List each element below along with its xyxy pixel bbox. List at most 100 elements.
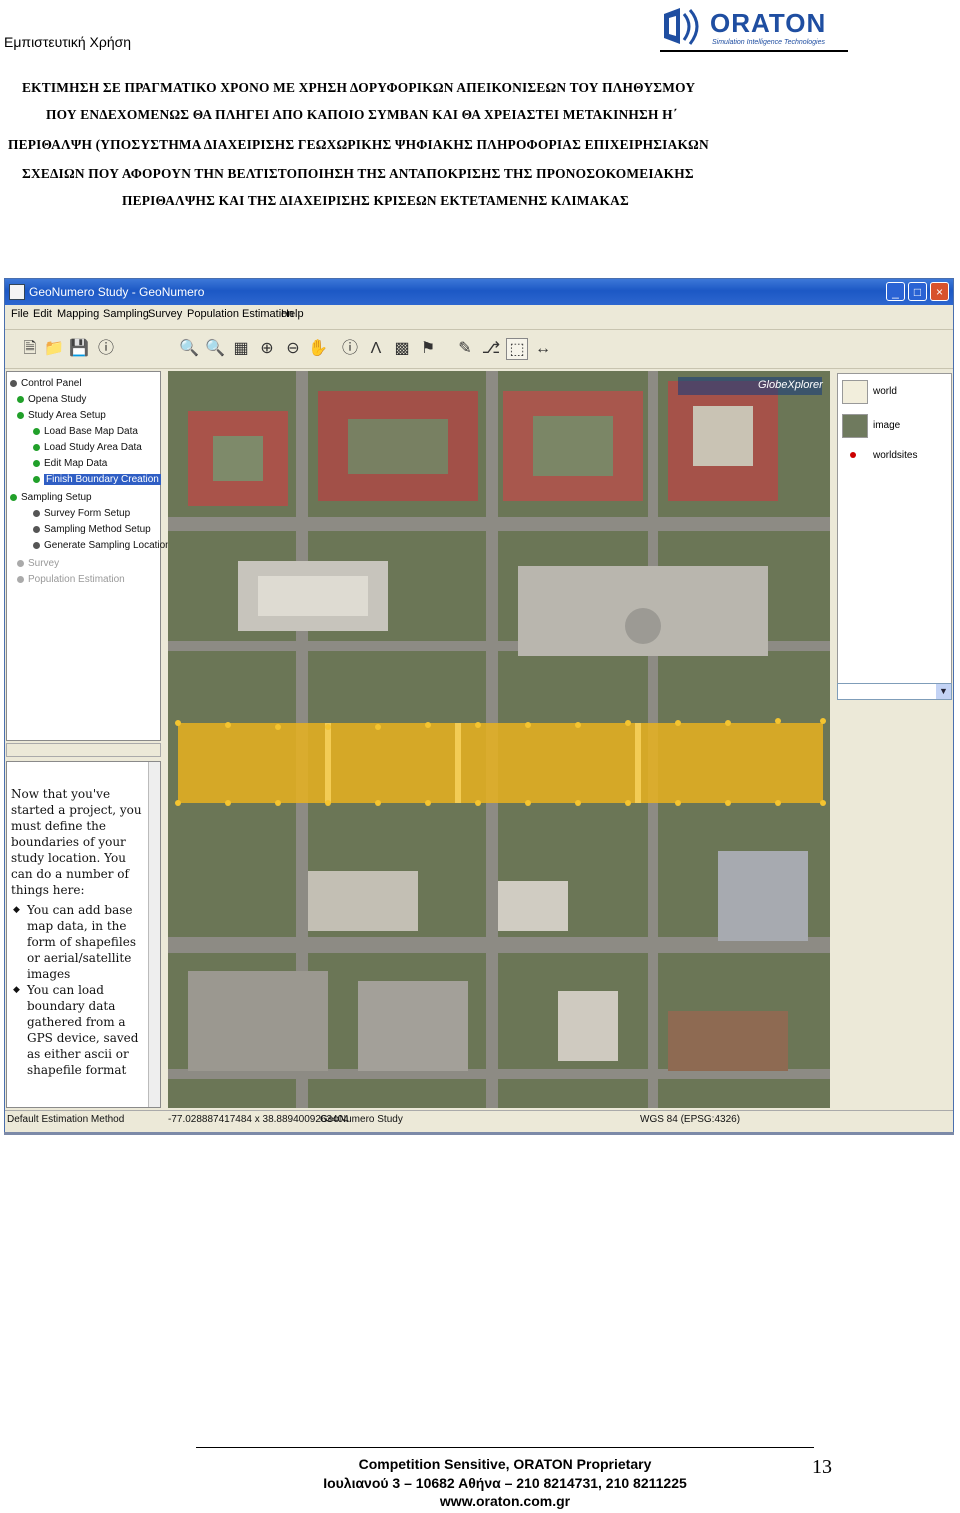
status-dot-icon [17,395,24,403]
tree-item[interactable]: Study Area Setup [17,410,106,421]
status-method: Default Estimation Method [7,1114,125,1125]
help-bullet: You can add base map data, in the form o… [13,902,147,982]
menu-file[interactable]: File [11,308,29,320]
title-line: ΣΧΕΔΙΩΝ ΠΟΥ ΑΦΟΡΟΥΝ ΤΗΝ ΒΕΛΤΙΣΤΟΠΟΙΗΣΗ Τ… [22,166,694,181]
satellite-map[interactable]: GlobeXplorer [168,371,830,1108]
control-panel-tree: Control Panel Opena Study Study Area Set… [6,371,176,741]
status-dot-icon [33,541,40,549]
tree-item[interactable]: Edit Map Data [33,458,107,469]
layer-world[interactable]: world [873,386,897,397]
menu-help[interactable]: Help [281,308,304,320]
status-projection: WGS 84 (EPSG:4326) [640,1114,741,1125]
status-dot-icon [33,509,40,517]
layer-swatch [842,380,868,404]
tree-node-icon [10,379,17,387]
tree-item-selected[interactable]: Finish Boundary Creation [33,474,161,485]
status-dot-icon [17,575,24,583]
zoom-selection-icon[interactable]: ▦ [230,338,252,360]
status-dot-icon [33,459,40,467]
help-intro: Now that you've started a project, you m… [11,787,142,897]
layer-list: world image worldsites [837,373,952,691]
svg-text:ORATON: ORATON [710,8,826,38]
minimize-button[interactable]: _ [886,282,905,301]
title-line: ΠΕΡΙΘΑΛΨΗΣ ΚΑΙ ΤΗΣ ΔΙΑΧΕΙΡΙΣΗΣ ΚΡΙΣΕΩΝ Ε… [122,193,629,208]
tree-item[interactable]: Opena Study [17,394,86,405]
svg-text:Simulation Intelligence Techno: Simulation Intelligence Technologies [712,39,825,46]
title-line: ΠΕΡΙΘΑΛΨΗ (ΥΠΟΣΥΣΤΗΜΑ ΔΙΑΧΕΙΡΙΣΗΣ ΓΕΩΧΩΡ… [8,137,709,152]
image-icon[interactable]: ▩ [391,338,413,360]
chevron-down-icon[interactable]: ▼ [936,684,951,699]
measure-icon[interactable]: Λ [365,338,387,360]
pan-icon[interactable]: ✋ [307,338,329,360]
oraton-logo: ORATON Simulation Intelligence Technolog… [664,8,826,46]
open-folder-icon[interactable]: 📁 [43,338,65,360]
app-icon [9,284,25,300]
menu-population-estimation[interactable]: Population Estimation [187,308,293,320]
status-dot-icon [10,493,17,501]
menu-survey[interactable]: Survey [148,308,182,320]
title-bar[interactable]: GeoNumero Study - GeoNumero _ □ × [5,279,953,305]
map-canvas [168,371,830,1108]
tree-item[interactable]: Load Study Area Data [33,442,142,453]
help-text: Now that you've started a project, you m… [11,786,147,1078]
tree-item[interactable]: Sampling Method Setup [33,524,151,535]
menu-edit[interactable]: Edit [33,308,52,320]
header-confidential: Εμπιστευτική Χρήση [4,34,132,50]
tree-item[interactable]: Survey Form Setup [33,508,130,519]
status-dot-icon [33,475,40,483]
tree-item[interactable]: Load Base Map Data [33,426,138,437]
toolbar: 🗎 📁 💾 ⓘ 🔍 🔍 ▦ ⊕ ⊖ ✋ ⓘ Λ ▩ ⚑ ✎ ⎇ ⬚ ↔ [5,329,953,369]
status-dot-icon [17,559,24,567]
pencil-icon[interactable]: ✎ [454,338,476,360]
app-window: GeoNumero Study - GeoNumero _ □ × File E… [4,278,954,1134]
globexplorer-badge: GlobeXplorer [758,379,823,391]
help-panel: Now that you've started a project, you m… [6,761,161,1108]
layers-panel: world image worldsites ▼ [834,371,953,1108]
footer-rule [196,1447,814,1448]
flag-icon[interactable]: ⚑ [417,338,439,360]
tree-item[interactable]: Generate Sampling Locations [33,540,176,551]
close-button[interactable]: × [930,282,949,301]
zoom-in-icon[interactable]: ⊕ [256,338,278,360]
layer-worldsites[interactable]: worldsites [873,450,917,461]
tree-item[interactable]: Control Panel [10,378,82,389]
menu-sampling[interactable]: Sampling [103,308,149,320]
select-tool-icon[interactable]: ⬚ [506,338,528,360]
new-file-icon[interactable]: 🗎 [19,338,41,360]
info-icon[interactable]: ⓘ [339,338,361,360]
status-dot-icon [17,411,24,419]
arrow-icon[interactable]: ↔ [532,338,554,360]
status-dot-icon [33,443,40,451]
help-bullet: You can load boundary data gathered from… [13,982,147,1078]
help-icon[interactable]: ⓘ [95,338,117,360]
point-marker-icon [850,452,856,458]
menu-bar: File Edit Mapping Sampling Survey Popula… [5,305,953,325]
boundary-tool-icon[interactable]: ⎇ [480,338,502,360]
footer-line-1: Competition Sensitive, ORATON Proprietar… [358,1456,652,1472]
image-bottom-border [4,1132,954,1135]
footer-line-2: Ιουλιανού 3 – 10682 Αθήνα – 210 8214731,… [323,1475,687,1491]
header-rule [660,50,848,52]
footer-line-3: www.oraton.com.gr [439,1493,571,1509]
maximize-button[interactable]: □ [908,282,927,301]
layer-swatch [842,414,868,438]
title-line: ΠΟΥ ΕΝΔΕΧΟΜΕΝΩΣ ΘΑ ΠΛΗΓΕΙ ΑΠΟ ΚΑΠΟΙΟ ΣΥΜ… [46,107,678,122]
tree-item[interactable]: Population Estimation [17,574,125,585]
status-bar: Default Estimation Method -77.0288874174… [5,1110,953,1129]
tree-item[interactable]: Sampling Setup [10,492,92,503]
zoom-extent-icon[interactable]: 🔍 [178,338,200,360]
save-icon[interactable]: 💾 [68,338,90,360]
status-dot-icon [33,525,40,533]
zoom-layer-icon[interactable]: 🔍 [204,338,226,360]
layer-dropdown[interactable]: ▼ [837,683,952,700]
status-study: GeoNumero Study [320,1114,403,1125]
zoom-out-icon[interactable]: ⊖ [282,338,304,360]
status-dot-icon [33,427,40,435]
tree-item[interactable]: Survey [17,558,59,569]
layer-image[interactable]: image [873,420,900,431]
help-scrollbar[interactable] [148,762,160,1107]
page-number: 13 [812,1456,832,1478]
tree-scrollbar[interactable] [6,743,161,757]
window-title: GeoNumero Study - GeoNumero [29,285,205,299]
menu-mapping[interactable]: Mapping [57,308,99,320]
